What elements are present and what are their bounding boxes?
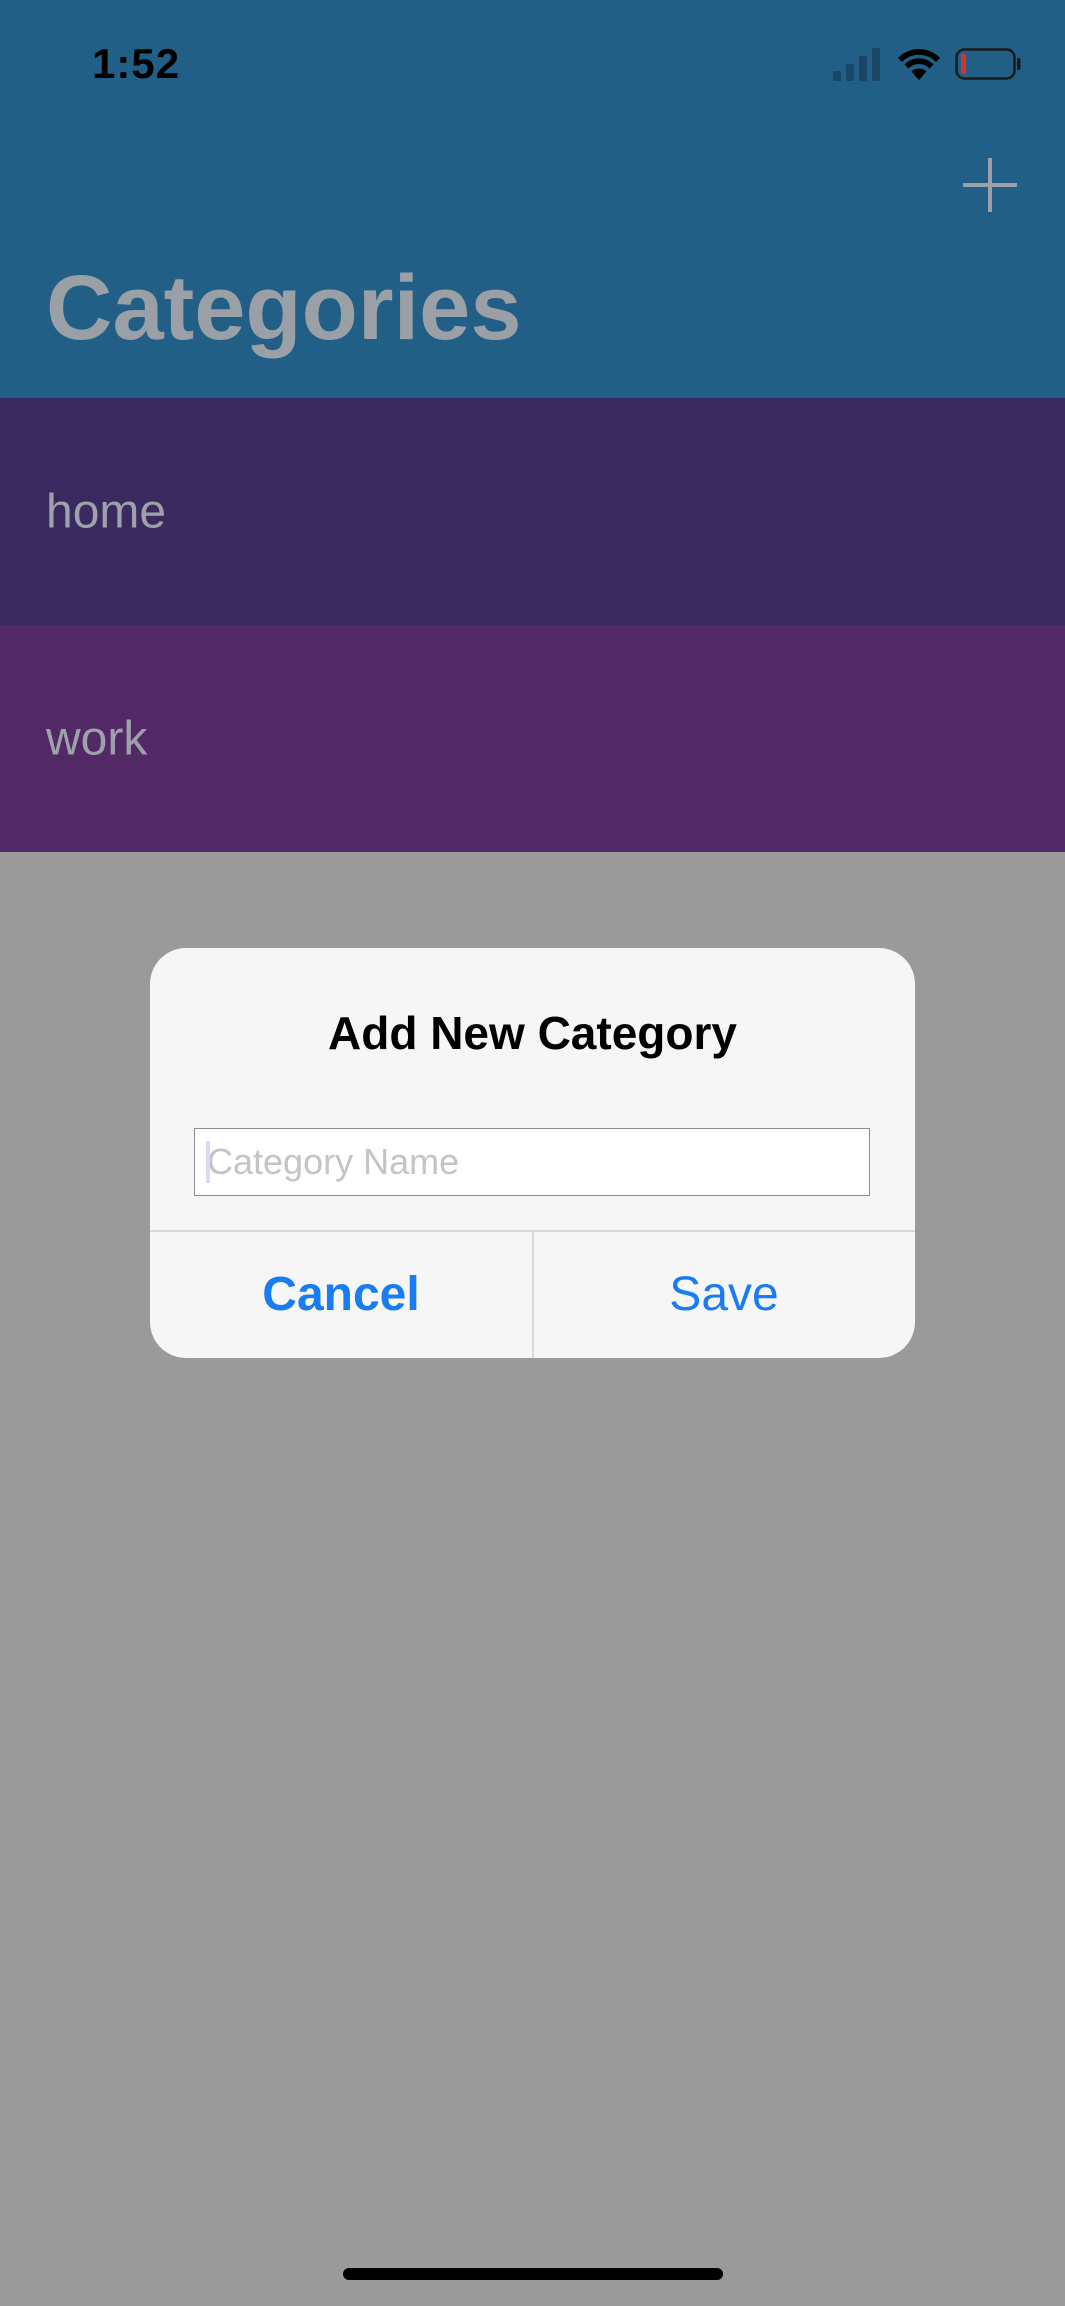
save-button[interactable]: Save bbox=[533, 1231, 915, 1358]
status-time: 1:52 bbox=[92, 40, 181, 87]
add-category-alert: Add New Category Cancel Save bbox=[150, 948, 915, 1358]
plus-icon bbox=[963, 158, 1017, 212]
navigation-header: 1:52 Categories bbox=[0, 0, 1065, 398]
status-icons bbox=[833, 46, 1021, 86]
screen: 1:52 Categories home work Add New Catego… bbox=[0, 0, 1065, 2306]
battery-low-icon bbox=[955, 47, 1021, 85]
alert-title: Add New Category bbox=[328, 1007, 737, 1059]
text-cursor bbox=[206, 1141, 210, 1183]
wifi-icon bbox=[897, 47, 941, 86]
home-indicator[interactable] bbox=[343, 2268, 723, 2280]
category-row-home[interactable]: home bbox=[0, 398, 1065, 625]
cancel-button[interactable]: Cancel bbox=[150, 1231, 532, 1358]
cellular-signal-icon bbox=[833, 47, 883, 86]
category-label: work bbox=[46, 712, 148, 765]
category-label: home bbox=[46, 485, 167, 538]
category-name-input[interactable] bbox=[194, 1128, 870, 1196]
add-category-button[interactable] bbox=[955, 150, 1025, 220]
page-title: Categories bbox=[46, 257, 522, 359]
category-row-work[interactable]: work bbox=[0, 625, 1065, 852]
